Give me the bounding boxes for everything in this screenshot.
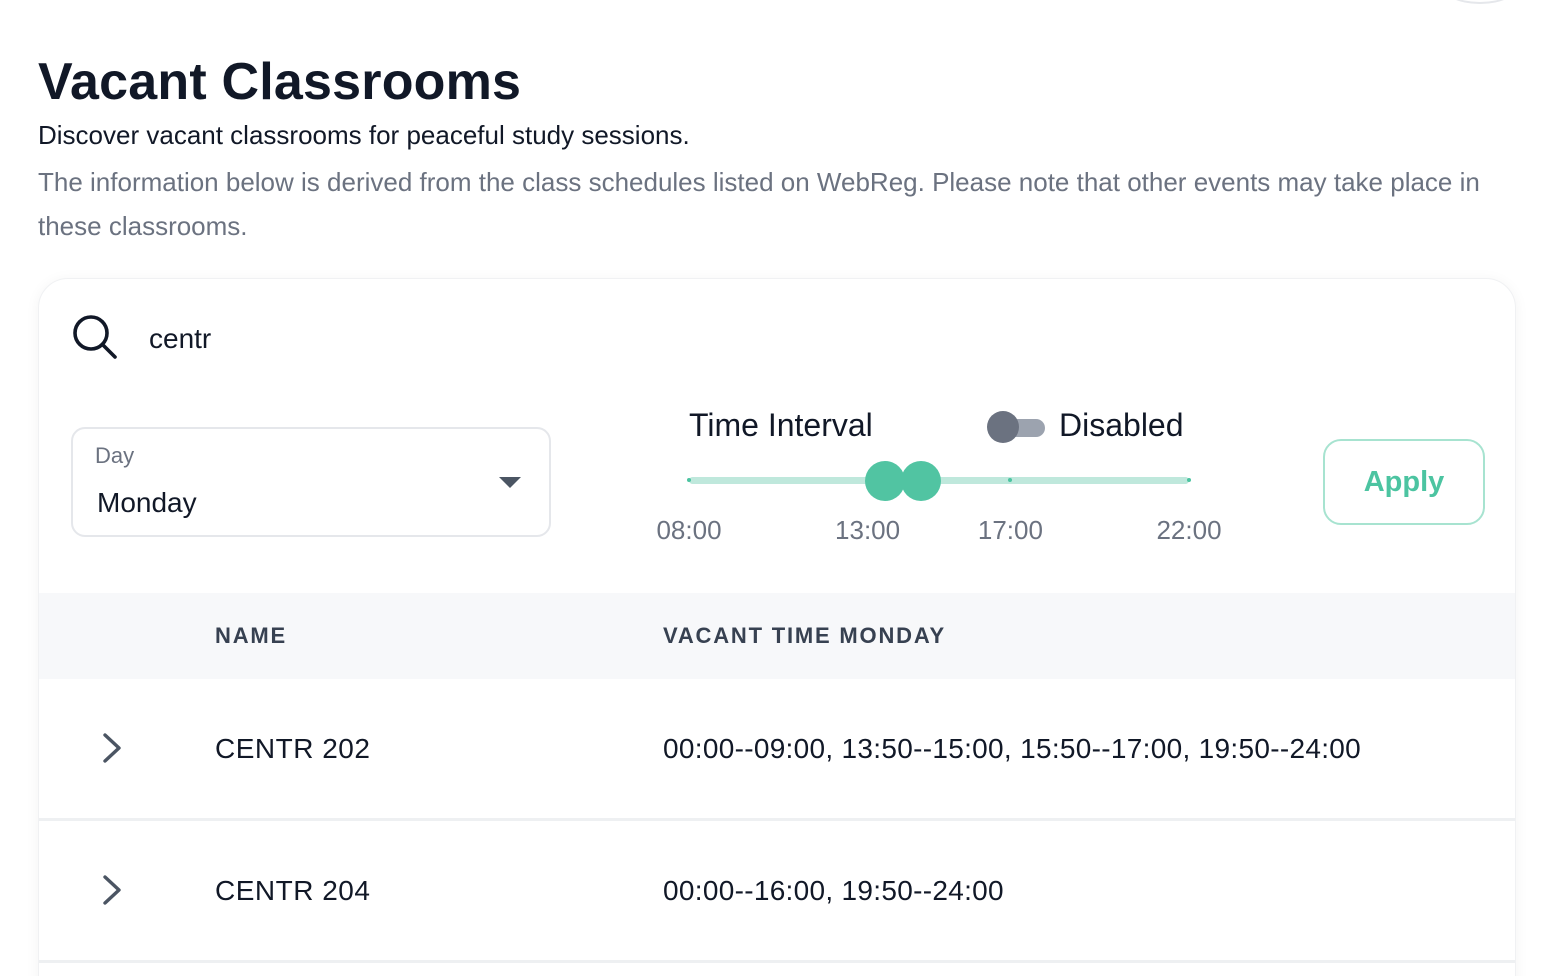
page-subtitle: Discover vacant classrooms for peaceful … (38, 120, 690, 150)
table-header: NAME VACANT TIME MONDAY (39, 593, 1515, 679)
search-icon (73, 315, 117, 359)
table-row[interactable]: CENTR 202 00:00--09:00, 13:50--15:00, 15… (39, 679, 1515, 821)
time-interval-toggle[interactable] (987, 411, 1045, 443)
slider-tick-label: 08:00 (656, 515, 722, 545)
chevron-down-icon (499, 477, 521, 488)
apply-button[interactable]: Apply (1323, 439, 1485, 525)
slider-mark (1187, 478, 1191, 482)
classroom-name: CENTR 204 (215, 875, 371, 906)
slider-thumb-start[interactable] (865, 461, 906, 501)
column-header-name: NAME (215, 623, 287, 648)
time-range-slider[interactable] (687, 459, 1191, 503)
page: Vacant Classrooms Discover vacant classr… (0, 0, 1556, 976)
day-select-label: Day (95, 443, 135, 468)
page-title: Vacant Classrooms (38, 53, 522, 111)
avatar[interactable] (1440, 0, 1520, 4)
column-header-vacant-time: VACANT TIME MONDAY (663, 623, 946, 648)
slider-mark (687, 478, 691, 482)
search-input[interactable] (149, 317, 749, 361)
chevron-right-icon[interactable] (99, 731, 125, 765)
vacant-times: 00:00--16:00, 19:50--24:00 (663, 875, 1004, 906)
slider-tick-label: 13:00 (835, 515, 901, 545)
time-interval-label: Time Interval (689, 407, 873, 443)
day-select[interactable]: Day Monday (71, 427, 551, 537)
day-select-value: Monday (97, 487, 197, 518)
chevron-right-icon[interactable] (99, 873, 125, 907)
search-card: Day Monday Time Interval Disabled Apply … (38, 278, 1516, 976)
slider-tick-label: 22:00 (1156, 515, 1222, 545)
classroom-table: NAME VACANT TIME MONDAY CENTR 202 00:00-… (39, 593, 1515, 963)
toggle-thumb (987, 411, 1019, 443)
table-row[interactable]: CENTR 204 00:00--16:00, 19:50--24:00 (39, 821, 1515, 963)
vacant-times: 00:00--09:00, 13:50--15:00, 15:50--17:00… (663, 733, 1362, 764)
search-bar (39, 279, 1515, 399)
slider-thumb-end[interactable] (901, 461, 942, 501)
classroom-name: CENTR 202 (215, 733, 371, 764)
toggle-status-label: Disabled (1059, 407, 1184, 443)
page-note: The information below is derived from th… (38, 167, 1480, 241)
slider-tick-label: 17:00 (977, 515, 1043, 545)
